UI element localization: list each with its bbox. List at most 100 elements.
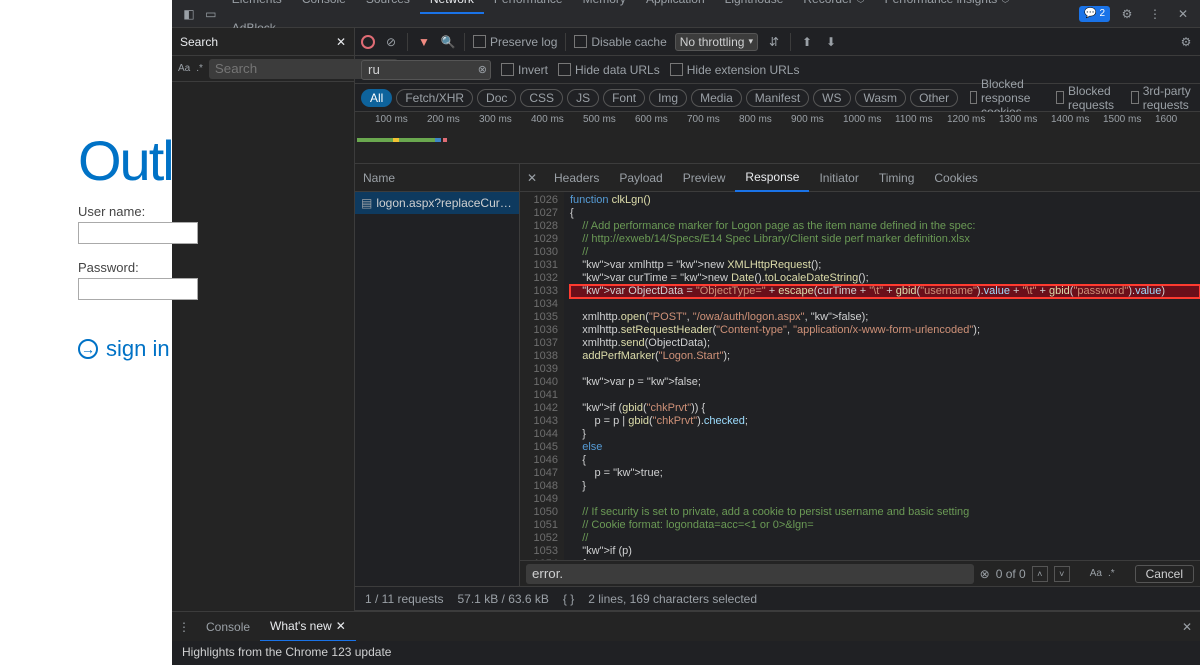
type-css[interactable]: CSS <box>520 89 563 107</box>
code-line[interactable]: // <box>570 246 1200 259</box>
clear-icon[interactable]: ⊘ <box>383 35 399 49</box>
type-other[interactable]: Other <box>910 89 958 107</box>
code-line[interactable]: "kw">if (gbid("chkPrvt")) { <box>570 402 1200 415</box>
code-line[interactable]: else <box>570 441 1200 454</box>
type-font[interactable]: Font <box>603 89 645 107</box>
brackets-icon[interactable]: { } <box>563 592 574 606</box>
case-toggle[interactable]: Aa <box>178 63 190 74</box>
type-media[interactable]: Media <box>691 89 742 107</box>
tab-performance-insights[interactable]: Performance insights⬡ <box>875 0 1020 13</box>
upload-icon[interactable]: ⬆ <box>799 35 815 49</box>
type-wasm[interactable]: Wasm <box>855 89 907 107</box>
download-icon[interactable]: ⬇ <box>823 35 839 49</box>
find-clear-icon[interactable]: ⊗ <box>980 567 990 581</box>
record-icon[interactable] <box>361 35 375 49</box>
code-line[interactable]: "kw">if (p) <box>570 545 1200 558</box>
close-detail-icon[interactable]: ✕ <box>520 171 544 185</box>
close-drawer-icon[interactable]: ✕ <box>1174 620 1200 634</box>
code-line[interactable]: // If security is set to private, add a … <box>570 506 1200 519</box>
code-line[interactable] <box>570 389 1200 402</box>
code-line[interactable]: function clkLgn() <box>570 194 1200 207</box>
find-next-button[interactable]: ˅ <box>1054 566 1070 582</box>
code-line[interactable]: { <box>570 454 1200 467</box>
code-line[interactable]: xmlhttp.open("POST", "/owa/auth/logon.as… <box>570 311 1200 324</box>
type-img[interactable]: Img <box>649 89 687 107</box>
code-line[interactable]: // http://exweb/14/Specs/E14 Spec Librar… <box>570 233 1200 246</box>
code-line[interactable]: xmlhttp.setRequestHeader("Content-type",… <box>570 324 1200 337</box>
clear-filter-icon[interactable]: ⊗ <box>478 63 487 76</box>
tab-elements[interactable]: Elements <box>222 0 292 13</box>
detail-tab-response[interactable]: Response <box>735 164 809 192</box>
inspect-icon[interactable]: ◧ <box>178 3 200 25</box>
tab-memory[interactable]: Memory <box>573 0 636 13</box>
more-icon[interactable]: ⋮ <box>1144 3 1166 25</box>
detail-tab-timing[interactable]: Timing <box>869 164 925 192</box>
third-party-checkbox[interactable]: 3rd-party requests <box>1131 84 1194 112</box>
drawer-menu-icon[interactable]: ⋮ <box>172 620 196 634</box>
type-manifest[interactable]: Manifest <box>746 89 809 107</box>
find-input[interactable] <box>526 564 974 584</box>
code-line[interactable] <box>570 298 1200 311</box>
code-line[interactable]: { <box>570 207 1200 220</box>
type-doc[interactable]: Doc <box>477 89 516 107</box>
code-line[interactable]: } <box>570 428 1200 441</box>
type-js[interactable]: JS <box>567 89 599 107</box>
code-line[interactable]: "kw">var curTime = "kw">new Date().toLoc… <box>570 272 1200 285</box>
device-icon[interactable]: ▭ <box>200 3 222 25</box>
password-input[interactable] <box>78 278 198 300</box>
signin-button[interactable]: sign in <box>78 336 170 362</box>
detail-tab-preview[interactable]: Preview <box>673 164 736 192</box>
type-ws[interactable]: WS <box>813 89 850 107</box>
code-line[interactable]: { <box>570 558 1200 560</box>
code-line[interactable]: xmlhttp.send(ObjectData); <box>570 337 1200 350</box>
detail-tab-cookies[interactable]: Cookies <box>924 164 987 192</box>
find-cancel-button[interactable]: Cancel <box>1135 565 1194 583</box>
find-prev-button[interactable]: ˄ <box>1032 566 1048 582</box>
tab-application[interactable]: Application <box>636 0 715 13</box>
filter-input[interactable] <box>361 60 491 80</box>
regex-toggle[interactable]: .* <box>196 63 203 74</box>
hide-data-urls-checkbox[interactable]: Hide data URLs <box>558 63 660 77</box>
tab-performance[interactable]: Performance <box>484 0 573 13</box>
find-regex-toggle[interactable]: .* <box>1108 568 1115 579</box>
detail-tab-initiator[interactable]: Initiator <box>809 164 868 192</box>
gear-icon[interactable]: ⚙ <box>1178 35 1194 49</box>
code-line[interactable]: "kw">var p = "kw">false; <box>570 376 1200 389</box>
filter-icon[interactable]: ▼ <box>416 35 432 49</box>
tab-console[interactable]: Console <box>292 0 356 13</box>
code-line[interactable] <box>570 363 1200 376</box>
code-line[interactable]: // Add performance marker for Logon page… <box>570 220 1200 233</box>
code-line[interactable] <box>570 493 1200 506</box>
tab-lighthouse[interactable]: Lighthouse <box>715 0 794 13</box>
code-line[interactable]: addPerfMarker("Logon.Start"); <box>570 350 1200 363</box>
type-all[interactable]: All <box>361 89 392 107</box>
code-line[interactable]: p = p | gbid("chkPrvt").checked; <box>570 415 1200 428</box>
drawer-whatsnew-tab[interactable]: What's new ✕ <box>260 612 356 642</box>
close-icon[interactable]: ✕ <box>336 35 346 49</box>
tab-sources[interactable]: Sources <box>356 0 420 13</box>
timeline[interactable]: 100 ms200 ms300 ms400 ms500 ms600 ms700 … <box>355 112 1200 164</box>
code-line[interactable]: // <box>570 532 1200 545</box>
detail-tab-payload[interactable]: Payload <box>609 164 672 192</box>
wifi-icon[interactable]: ⇵ <box>766 35 782 49</box>
response-code[interactable]: 1026102710281029103010311032103310341035… <box>520 192 1200 560</box>
preserve-log-checkbox[interactable]: Preserve log <box>473 35 557 49</box>
code-line[interactable]: } <box>570 480 1200 493</box>
tab-recorder[interactable]: Recorder⬡ <box>793 0 874 13</box>
code-line[interactable]: p = "kw">true; <box>570 467 1200 480</box>
find-case-toggle[interactable]: Aa <box>1090 568 1102 579</box>
search-icon[interactable]: 🔍 <box>440 35 456 49</box>
name-header[interactable]: Name <box>355 164 519 192</box>
code-line[interactable]: // Cookie format: logondata=acc=<1 or 0>… <box>570 519 1200 532</box>
code-line[interactable]: "kw">var xmlhttp = "kw">new XMLHttpReque… <box>570 259 1200 272</box>
request-row[interactable]: ▤logon.aspx?replaceCurrent=... <box>355 192 519 214</box>
tab-network[interactable]: Network <box>420 0 484 14</box>
disable-cache-checkbox[interactable]: Disable cache <box>574 35 666 49</box>
username-input[interactable] <box>78 222 198 244</box>
type-fetchxhr[interactable]: Fetch/XHR <box>396 89 473 107</box>
close-devtools-icon[interactable]: ✕ <box>1172 3 1194 25</box>
code-line[interactable]: "kw">var ObjectData = "ObjectType=" + es… <box>570 285 1200 298</box>
drawer-console-tab[interactable]: Console <box>196 612 260 642</box>
throttling-select[interactable]: No throttling <box>675 33 758 51</box>
invert-checkbox[interactable]: Invert <box>501 63 548 77</box>
